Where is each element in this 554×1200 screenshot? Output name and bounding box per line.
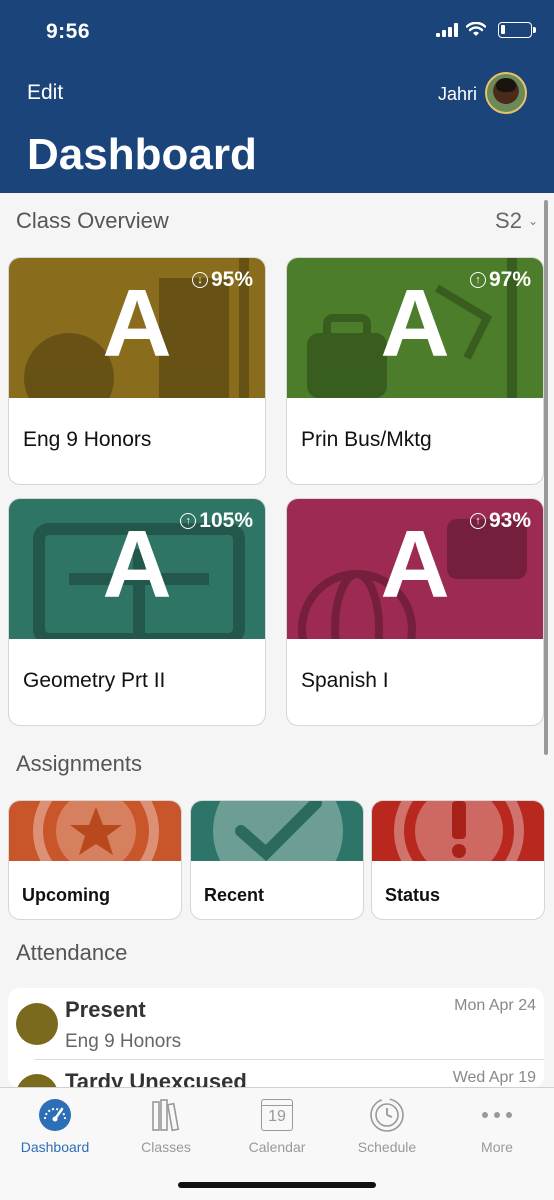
battery-icon xyxy=(498,22,536,38)
trend-up-icon: ↑ xyxy=(180,513,197,529)
assignments-status-card[interactable]: Status xyxy=(371,800,545,920)
class-color-icon xyxy=(16,1003,58,1045)
trend-up-icon: ↑ xyxy=(469,272,486,288)
edit-button[interactable]: Edit xyxy=(27,81,63,105)
term-label: S2 xyxy=(495,208,522,233)
tab-schedule[interactable]: Schedule xyxy=(337,1096,437,1155)
assignments-recent-card[interactable]: Recent xyxy=(190,800,364,920)
class-card-spanish[interactable]: A ↑ 93% Spanish I xyxy=(286,498,544,726)
clock-icon xyxy=(368,1096,406,1134)
assignment-card-banner xyxy=(9,801,181,861)
attendance-status: Tardy Unexcused xyxy=(65,1069,247,1088)
class-color-icon xyxy=(16,1074,58,1088)
attendance-heading: Attendance xyxy=(16,940,128,965)
tab-dashboard[interactable]: Dashboard xyxy=(5,1096,105,1155)
app-header: 9:56 Edit Jahri Dashboard xyxy=(0,0,554,193)
attendance-list: Present Eng 9 Honors Mon Apr 24 Tardy Un… xyxy=(8,988,544,1088)
class-percent: ↑ 93% xyxy=(469,509,531,533)
wifi-icon xyxy=(466,22,486,36)
attendance-class: Eng 9 Honors xyxy=(65,1031,182,1052)
assignment-card-banner xyxy=(191,801,363,861)
class-card-banner: A ↑ 105% xyxy=(9,499,265,639)
class-card-eng9[interactable]: A ↓ 95% Eng 9 Honors xyxy=(8,257,266,485)
assignment-card-label: Status xyxy=(385,885,441,905)
class-card-prin-bus[interactable]: A ↑ 97% Prin Bus/Mktg xyxy=(286,257,544,485)
tab-classes[interactable]: Classes xyxy=(116,1096,216,1155)
books-icon xyxy=(147,1096,185,1134)
scrollbar[interactable] xyxy=(544,200,548,755)
trend-down-icon: ↓ xyxy=(191,272,208,288)
trend-up-icon: ↑ xyxy=(469,513,486,529)
home-indicator xyxy=(178,1182,376,1188)
attendance-status: Present xyxy=(65,997,146,1022)
calendar-icon: 19 xyxy=(258,1096,296,1134)
assignment-card-label: Upcoming xyxy=(22,885,110,905)
attendance-row[interactable]: Tardy Unexcused Wed Apr 19 xyxy=(8,1060,544,1088)
tab-more[interactable]: More xyxy=(447,1096,547,1155)
calendar-day: 19 xyxy=(268,1108,286,1125)
user-name[interactable]: Jahri xyxy=(438,84,477,105)
assignments-upcoming-card[interactable]: Upcoming xyxy=(8,800,182,920)
star-icon xyxy=(33,801,159,861)
assignment-card-label: Recent xyxy=(204,885,265,905)
class-card-banner: A ↓ 95% xyxy=(9,258,265,398)
gauge-icon xyxy=(36,1096,74,1134)
class-name: Eng 9 Honors xyxy=(23,428,152,451)
exclamation-icon xyxy=(394,801,524,861)
class-name: Spanish I xyxy=(301,669,389,692)
assignment-card-banner xyxy=(372,801,544,861)
status-time: 9:56 xyxy=(46,20,91,43)
class-card-geometry[interactable]: A ↑ 105% Geometry Prt II xyxy=(8,498,266,726)
class-card-banner: A ↑ 93% xyxy=(287,499,543,639)
page-title: Dashboard xyxy=(27,130,257,179)
chevron-down-icon: ⌄ xyxy=(527,214,538,228)
tab-calendar[interactable]: 19 Calendar xyxy=(227,1096,327,1155)
more-dots-icon xyxy=(478,1096,516,1134)
avatar[interactable] xyxy=(485,72,527,114)
checkmark-icon xyxy=(213,801,343,861)
class-percent: ↓ 95% xyxy=(191,268,253,292)
term-selector[interactable]: S2 ⌄ xyxy=(495,208,538,234)
attendance-row[interactable]: Present Eng 9 Honors Mon Apr 24 xyxy=(8,988,544,1060)
class-name: Prin Bus/Mktg xyxy=(301,428,432,451)
class-name: Geometry Prt II xyxy=(23,669,166,692)
class-percent: ↑ 105% xyxy=(180,509,253,533)
class-overview-heading: Class Overview xyxy=(16,208,169,233)
status-icons xyxy=(436,22,536,38)
attendance-date: Wed Apr 19 xyxy=(452,1069,536,1086)
cellular-signal-icon xyxy=(436,23,458,37)
attendance-date: Mon Apr 24 xyxy=(454,997,536,1014)
assignments-heading: Assignments xyxy=(16,751,142,776)
class-card-banner: A ↑ 97% xyxy=(287,258,543,398)
class-percent: ↑ 97% xyxy=(469,268,531,292)
